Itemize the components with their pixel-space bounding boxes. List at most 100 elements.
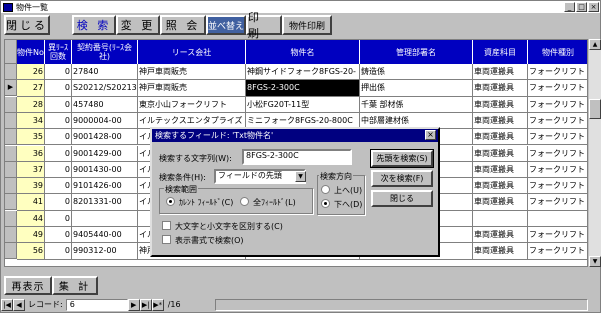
cell-contract[interactable]: 9001429-00 xyxy=(72,145,138,162)
cell-count[interactable]: 0 xyxy=(45,243,72,260)
col-header-dept[interactable]: 管理部署名 xyxy=(360,40,473,64)
down-radio[interactable] xyxy=(321,199,330,208)
cell-contract[interactable]: S20212/S20213 xyxy=(72,80,138,97)
redisplay-button[interactable]: 再表示 xyxy=(4,276,52,295)
row-selector[interactable] xyxy=(5,96,17,113)
row-selector[interactable]: ▶ xyxy=(5,80,17,97)
cell-contract[interactable]: 9001428-00 xyxy=(72,129,138,146)
all-fields-radio[interactable] xyxy=(240,197,249,206)
cell-dept[interactable]: 押出係 xyxy=(360,80,473,97)
cell-count[interactable]: 0 xyxy=(45,145,72,162)
cell-id[interactable]: 35 xyxy=(17,129,45,146)
cell-type[interactable]: フォークリフト xyxy=(528,129,587,146)
cell-count[interactable]: 0 xyxy=(45,112,72,130)
close-button[interactable]: 閉じる xyxy=(4,15,50,35)
cell-company[interactable]: 神戸車両販売 xyxy=(138,80,246,97)
scroll-thumb[interactable] xyxy=(589,99,601,119)
cell-count[interactable]: 0 xyxy=(45,161,72,179)
col-header-asset[interactable]: 資産科目 xyxy=(473,40,528,64)
cell-dept[interactable]: 千葉 部材係 xyxy=(360,96,473,113)
browse-button[interactable]: 照 会 xyxy=(160,15,206,35)
cell-id[interactable]: 37 xyxy=(17,161,45,179)
horizontal-scrollbar[interactable] xyxy=(215,298,588,311)
col-header-contract[interactable]: 契約番号(ﾘｰｽ会社) xyxy=(72,40,138,64)
row-selector[interactable] xyxy=(5,112,17,129)
cell-id[interactable]: 49 xyxy=(17,227,45,244)
cell-contract[interactable] xyxy=(72,210,138,227)
last-record-icon[interactable]: ▶| xyxy=(139,298,152,311)
record-number-field[interactable]: 6 xyxy=(65,298,128,311)
cell-asset[interactable] xyxy=(473,210,528,227)
cell-contract[interactable]: 9000004-00 xyxy=(72,112,138,130)
cell-contract[interactable]: 9405440-00 xyxy=(72,227,138,244)
cell-id[interactable]: 27 xyxy=(17,80,45,97)
cell-type[interactable]: フォークリフト xyxy=(528,243,587,260)
close-window-button[interactable]: × xyxy=(588,2,599,12)
cell-contract[interactable]: 27840 xyxy=(72,64,138,81)
cell-type[interactable]: フォークリフト xyxy=(528,146,587,162)
cell-id[interactable]: 44 xyxy=(17,210,45,227)
cell-type[interactable] xyxy=(528,211,587,227)
minimize-button[interactable]: _ xyxy=(564,2,575,12)
cell-type[interactable]: フォークリフト xyxy=(528,113,587,130)
cell-type[interactable]: フォークリフト xyxy=(528,162,587,179)
cell-id[interactable]: 28 xyxy=(17,96,45,113)
cell-asset[interactable]: 車両運搬具 xyxy=(473,194,528,211)
cell-contract[interactable]: 9001430-00 xyxy=(72,161,138,179)
cell-count[interactable]: 0 xyxy=(45,96,72,113)
item-print-button[interactable]: 物件印刷 xyxy=(282,15,332,35)
grid-corner[interactable] xyxy=(5,40,17,64)
cell-asset[interactable]: 車両運搬具 xyxy=(473,227,528,244)
scroll-down-icon[interactable]: ▼ xyxy=(589,256,601,267)
vertical-scrollbar[interactable]: ▲ ▼ xyxy=(589,39,601,267)
col-header-count[interactable]: 異ﾘｰｽ回数 xyxy=(45,40,72,64)
change-button[interactable]: 変 更 xyxy=(116,15,160,35)
search-input[interactable]: 8FGS-2-300C xyxy=(242,149,352,165)
cell-type[interactable]: フォークリフト xyxy=(528,80,587,97)
cell-company[interactable]: 神戸車両販売 xyxy=(138,64,246,81)
first-record-icon[interactable]: |◀ xyxy=(1,298,13,311)
cell-item[interactable]: 8FGS-2-300C xyxy=(246,80,360,97)
cell-count[interactable]: 0 xyxy=(45,227,72,244)
new-record-icon[interactable]: ▶* xyxy=(151,298,164,311)
cell-count[interactable]: 0 xyxy=(45,210,72,227)
cell-asset[interactable]: 車両運搬具 xyxy=(473,96,528,113)
chevron-down-icon[interactable]: ▼ xyxy=(295,171,306,182)
maximize-button[interactable]: □ xyxy=(576,2,587,12)
cell-dept[interactable]: 鋳造係 xyxy=(360,64,473,81)
prev-record-icon[interactable]: ◀ xyxy=(13,298,25,311)
cell-id[interactable]: 41 xyxy=(17,194,45,211)
cell-type[interactable]: フォークリフト xyxy=(528,227,587,244)
cell-contract[interactable]: 8201331-00 xyxy=(72,194,138,211)
cell-asset[interactable]: 車両運搬具 xyxy=(473,129,528,146)
dialog-close-button[interactable]: 閉じる xyxy=(371,190,433,207)
cell-asset[interactable]: 車両運搬具 xyxy=(473,64,528,81)
cell-id[interactable]: 56 xyxy=(17,243,45,260)
cell-id[interactable]: 39 xyxy=(17,178,45,195)
condition-select[interactable]: フィールドの先頭 xyxy=(214,169,306,184)
scroll-up-icon[interactable]: ▲ xyxy=(589,39,601,50)
row-selector[interactable] xyxy=(5,129,17,146)
cell-type[interactable]: フォークリフト xyxy=(528,64,587,81)
cell-count[interactable]: 0 xyxy=(45,129,72,146)
col-header-company[interactable]: リース会社 xyxy=(138,40,246,64)
row-selector[interactable] xyxy=(5,210,17,227)
case-checkbox[interactable] xyxy=(162,221,171,230)
cell-company[interactable]: 東京小山フォークリフト xyxy=(138,96,246,113)
dialog-close-icon[interactable]: × xyxy=(425,130,436,140)
search-button[interactable]: 検 索 xyxy=(72,15,116,35)
find-first-button[interactable]: 先頭を検索(S) xyxy=(370,149,434,168)
print-button[interactable]: 印 刷 xyxy=(246,11,282,40)
cell-id[interactable]: 26 xyxy=(17,64,45,81)
cell-asset[interactable]: 車両運搬具 xyxy=(473,145,528,162)
cell-count[interactable]: 0 xyxy=(45,80,72,97)
col-header-item[interactable]: 物件名 xyxy=(246,40,360,64)
cell-asset[interactable]: 車両運搬具 xyxy=(473,80,528,97)
next-record-icon[interactable]: ▶ xyxy=(127,298,140,311)
cell-count[interactable]: 0 xyxy=(45,194,72,211)
row-selector[interactable] xyxy=(5,145,17,162)
cell-type[interactable]: フォークリフト xyxy=(528,178,587,195)
cell-contract[interactable]: 9101426-00 xyxy=(72,178,138,195)
cell-asset[interactable]: 車両運搬具 xyxy=(473,112,528,130)
col-header-id[interactable]: 物件No xyxy=(17,40,45,64)
